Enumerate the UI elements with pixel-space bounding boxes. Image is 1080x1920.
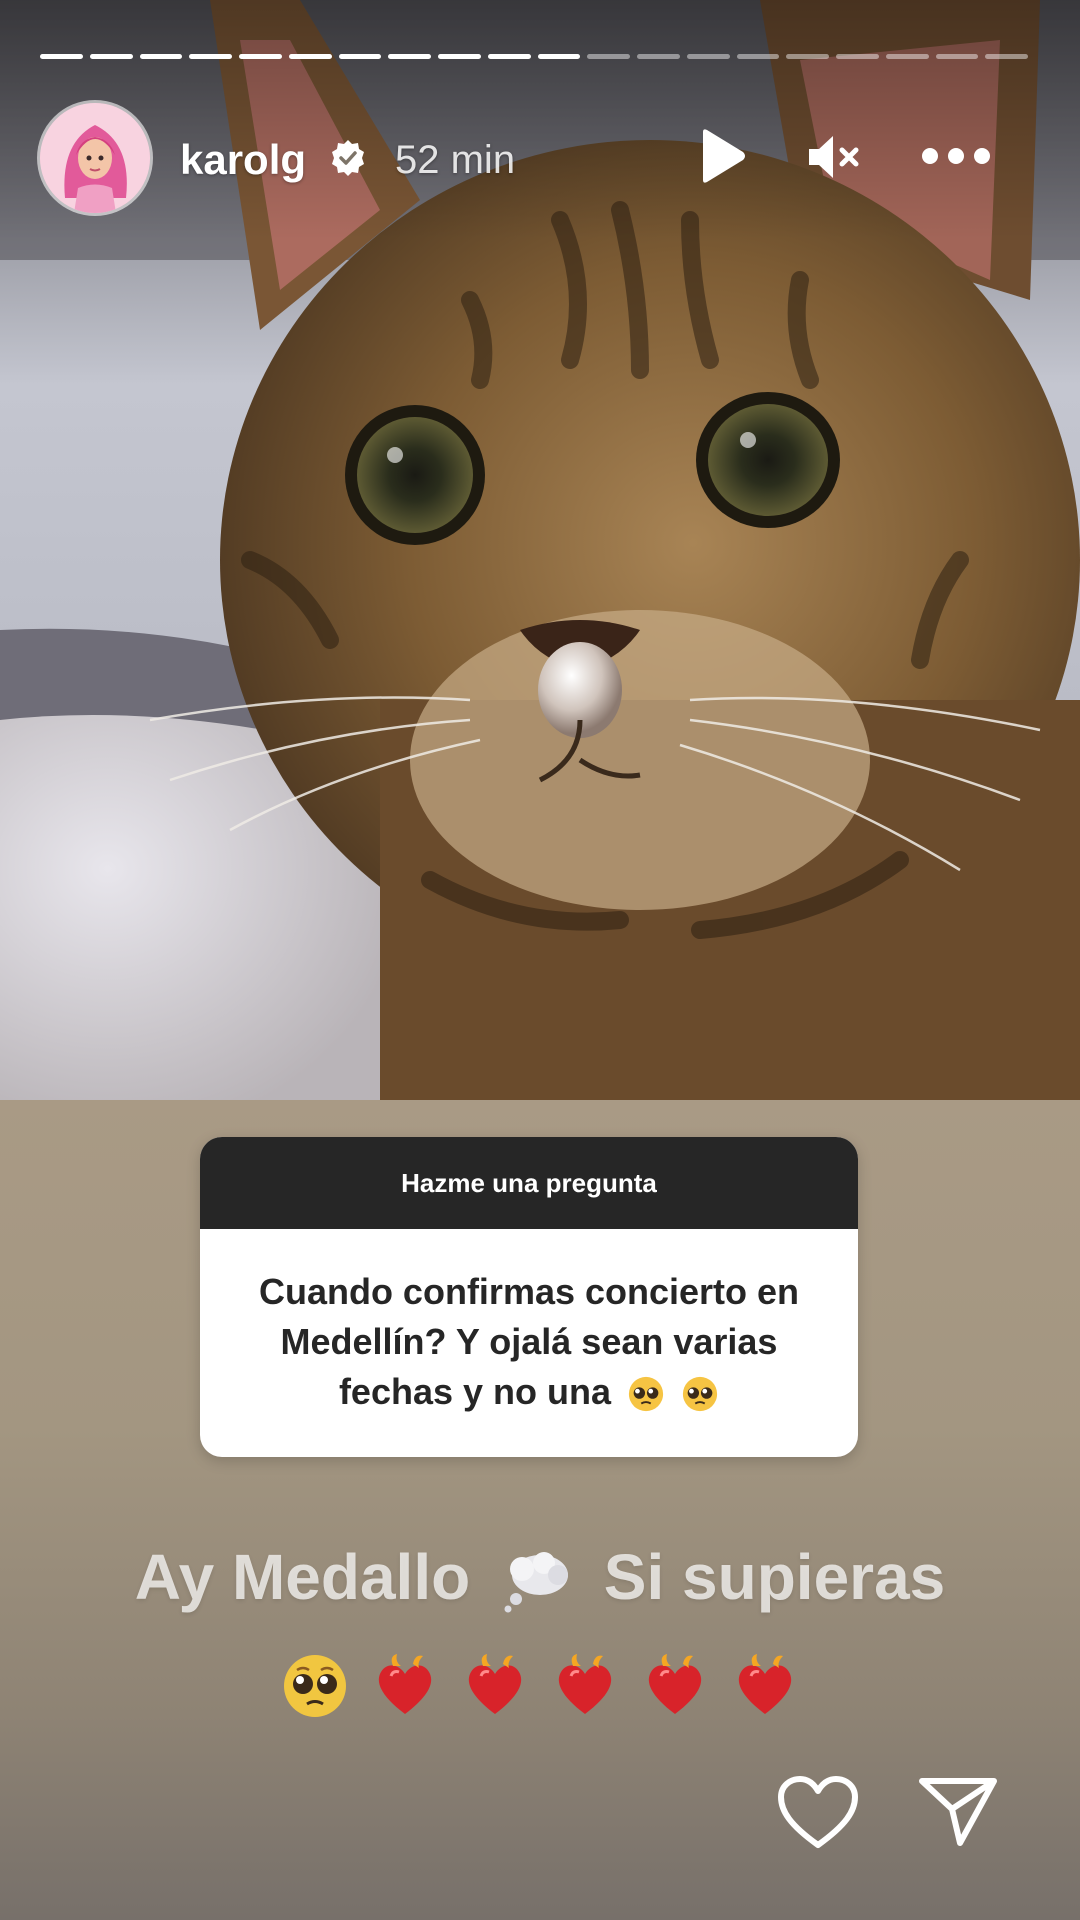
caption-part-1: Ay Medallo [134,1541,471,1613]
progress-segment [885,54,929,59]
progress-segment [686,54,730,59]
progress-segment [786,54,829,59]
pleading-face-emoji-icon [682,1377,718,1412]
thought-bubble-icon [504,1552,568,1613]
progress-segment [637,54,680,59]
story-caption: Ay Medallo Si supieras [0,1540,1080,1614]
username[interactable]: karolg [180,136,306,184]
pleading-face-emoji-icon [284,1655,346,1717]
pleading-face-emoji-icon [628,1377,664,1412]
heart-on-fire-emoji-icon [558,1654,612,1714]
progress-segment [89,54,133,59]
question-sticker-title: Hazme una pregunta [200,1137,858,1229]
progress-segment [487,54,531,59]
caption-part-2: Si supieras [603,1541,946,1613]
heart-on-fire-emoji-icon [468,1654,522,1714]
progress-segment [836,54,879,59]
progress-segment [935,54,979,59]
heart-on-fire-emoji-icon [738,1654,792,1714]
question-line-1: Cuando confirmas concierto en [258,1271,800,1312]
progress-segment [438,54,481,59]
question-sticker: Hazme una pregunta Cuando confirmas conc… [200,1137,858,1457]
verified-badge-icon [332,140,364,176]
progress-segment [985,54,1028,59]
progress-segment [288,54,332,59]
progress-segment [239,54,282,59]
emoji-row [0,1652,1080,1720]
mute-icon[interactable] [805,132,861,182]
avatar-illustration [40,103,150,213]
progress-segment [388,54,431,59]
progress-segment [587,54,630,59]
heart-on-fire-emoji-icon [648,1654,702,1714]
progress-segment [189,54,232,59]
progress-segment [736,54,780,59]
avatar[interactable] [40,103,150,213]
progress-segment [40,54,83,59]
post-time: 52 min [395,138,516,182]
progress-segment [338,54,382,59]
question-line-3: fechas y no una [240,1367,818,1417]
more-icon[interactable] [920,144,992,168]
send-icon[interactable] [918,1775,998,1847]
question-text: Cuando confirmas concierto en Medellín? … [200,1229,858,1417]
question-line-3-text: fechas y no una [338,1371,612,1412]
heart-on-fire-emoji-icon [378,1654,432,1714]
story-viewer[interactable]: karolg 52 min Hazme una pregunta Cuando … [0,0,1080,1920]
play-icon[interactable] [695,128,747,184]
progress-segment [537,54,581,59]
story-progress-bar [40,54,1028,60]
progress-segment [139,54,183,59]
heart-icon[interactable] [776,1775,860,1851]
story-header: karolg 52 min [40,100,1040,220]
question-line-2: Medellín? Y ojalá sean varias [280,1321,778,1362]
